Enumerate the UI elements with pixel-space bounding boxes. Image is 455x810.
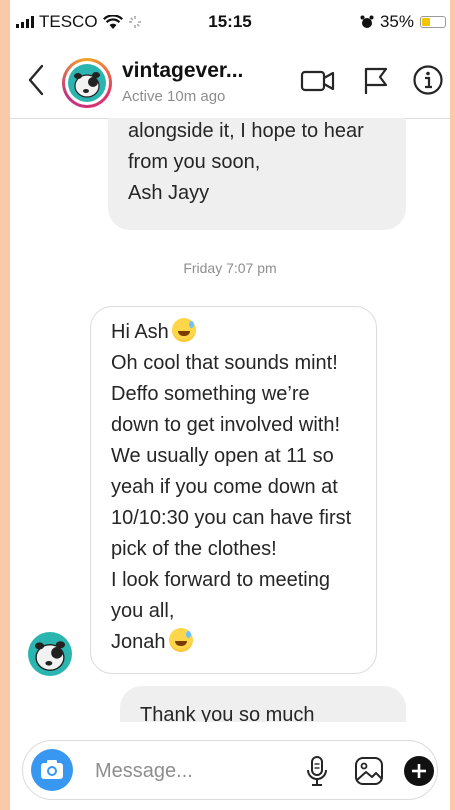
sender-avatar[interactable] xyxy=(28,632,72,676)
message-line: Deffo something we’re xyxy=(111,383,310,405)
message-timestamp: Friday 7:07 pm xyxy=(183,260,277,276)
message-line: I look forward to meeting xyxy=(111,569,330,591)
message-line: yeah if you come down at xyxy=(111,476,338,498)
message-line: Jonah xyxy=(111,627,356,658)
outgoing-message-bottom: Thank you so much xyxy=(120,686,406,722)
video-call-icon[interactable] xyxy=(300,66,336,96)
outgoing-message-top: alongside it, I hope to hear from you so… xyxy=(108,118,406,230)
message-thread[interactable]: alongside it, I hope to hear from you so… xyxy=(10,118,450,722)
battery-percent: 35% xyxy=(379,12,414,31)
alarm-icon xyxy=(360,15,374,28)
message-input[interactable] xyxy=(93,755,277,787)
active-status: Active 10m ago xyxy=(122,88,226,105)
message-line: from you soon, xyxy=(128,151,261,173)
camera-icon xyxy=(41,760,63,779)
chat-username[interactable]: vintagever... xyxy=(122,59,243,83)
message-line: Oh cool that sounds mint! xyxy=(111,352,338,374)
gallery-icon[interactable] xyxy=(353,755,385,787)
camera-button[interactable] xyxy=(31,749,73,791)
message-line: 10/10:30 you can have first xyxy=(111,507,352,529)
signoff-text: Jonah xyxy=(111,631,166,653)
greeting-text: Hi Ash xyxy=(111,321,169,343)
status-bar: TESCO 15:15 35% xyxy=(10,0,450,46)
message-line: Hi Ash xyxy=(111,317,356,348)
message-line: alongside it, I hope to hear xyxy=(128,120,364,142)
profile-avatar[interactable] xyxy=(62,58,112,108)
add-button-icon[interactable] xyxy=(403,755,435,787)
phone-screen: TESCO 15:15 35% vintagever... Active 10m… xyxy=(10,0,450,810)
grinning-sweat-emoji-icon xyxy=(168,628,193,652)
bulldog-avatar-icon xyxy=(34,641,66,671)
message-line: down to get involved with! xyxy=(111,414,341,436)
message-composer xyxy=(22,740,438,800)
info-icon[interactable] xyxy=(412,64,444,96)
report-flag-icon[interactable] xyxy=(362,66,390,96)
bulldog-avatar-icon xyxy=(68,64,106,102)
back-chevron-icon[interactable] xyxy=(22,62,50,98)
status-right: 35% xyxy=(360,12,446,32)
message-line: pick of the clothes! xyxy=(111,538,277,560)
incoming-message: Hi Ash Oh cool that sounds mint! Deffo s… xyxy=(90,306,377,674)
microphone-icon[interactable] xyxy=(305,755,329,787)
battery-icon xyxy=(420,16,446,28)
message-line: Ash Jayy xyxy=(128,182,210,204)
message-line: you all, xyxy=(111,600,175,622)
message-line: We usually open at 11 so xyxy=(111,445,334,467)
message-line: Thank you so much xyxy=(140,704,315,722)
chat-header: vintagever... Active 10m ago xyxy=(10,46,450,119)
grinning-sweat-emoji-icon xyxy=(171,318,196,342)
